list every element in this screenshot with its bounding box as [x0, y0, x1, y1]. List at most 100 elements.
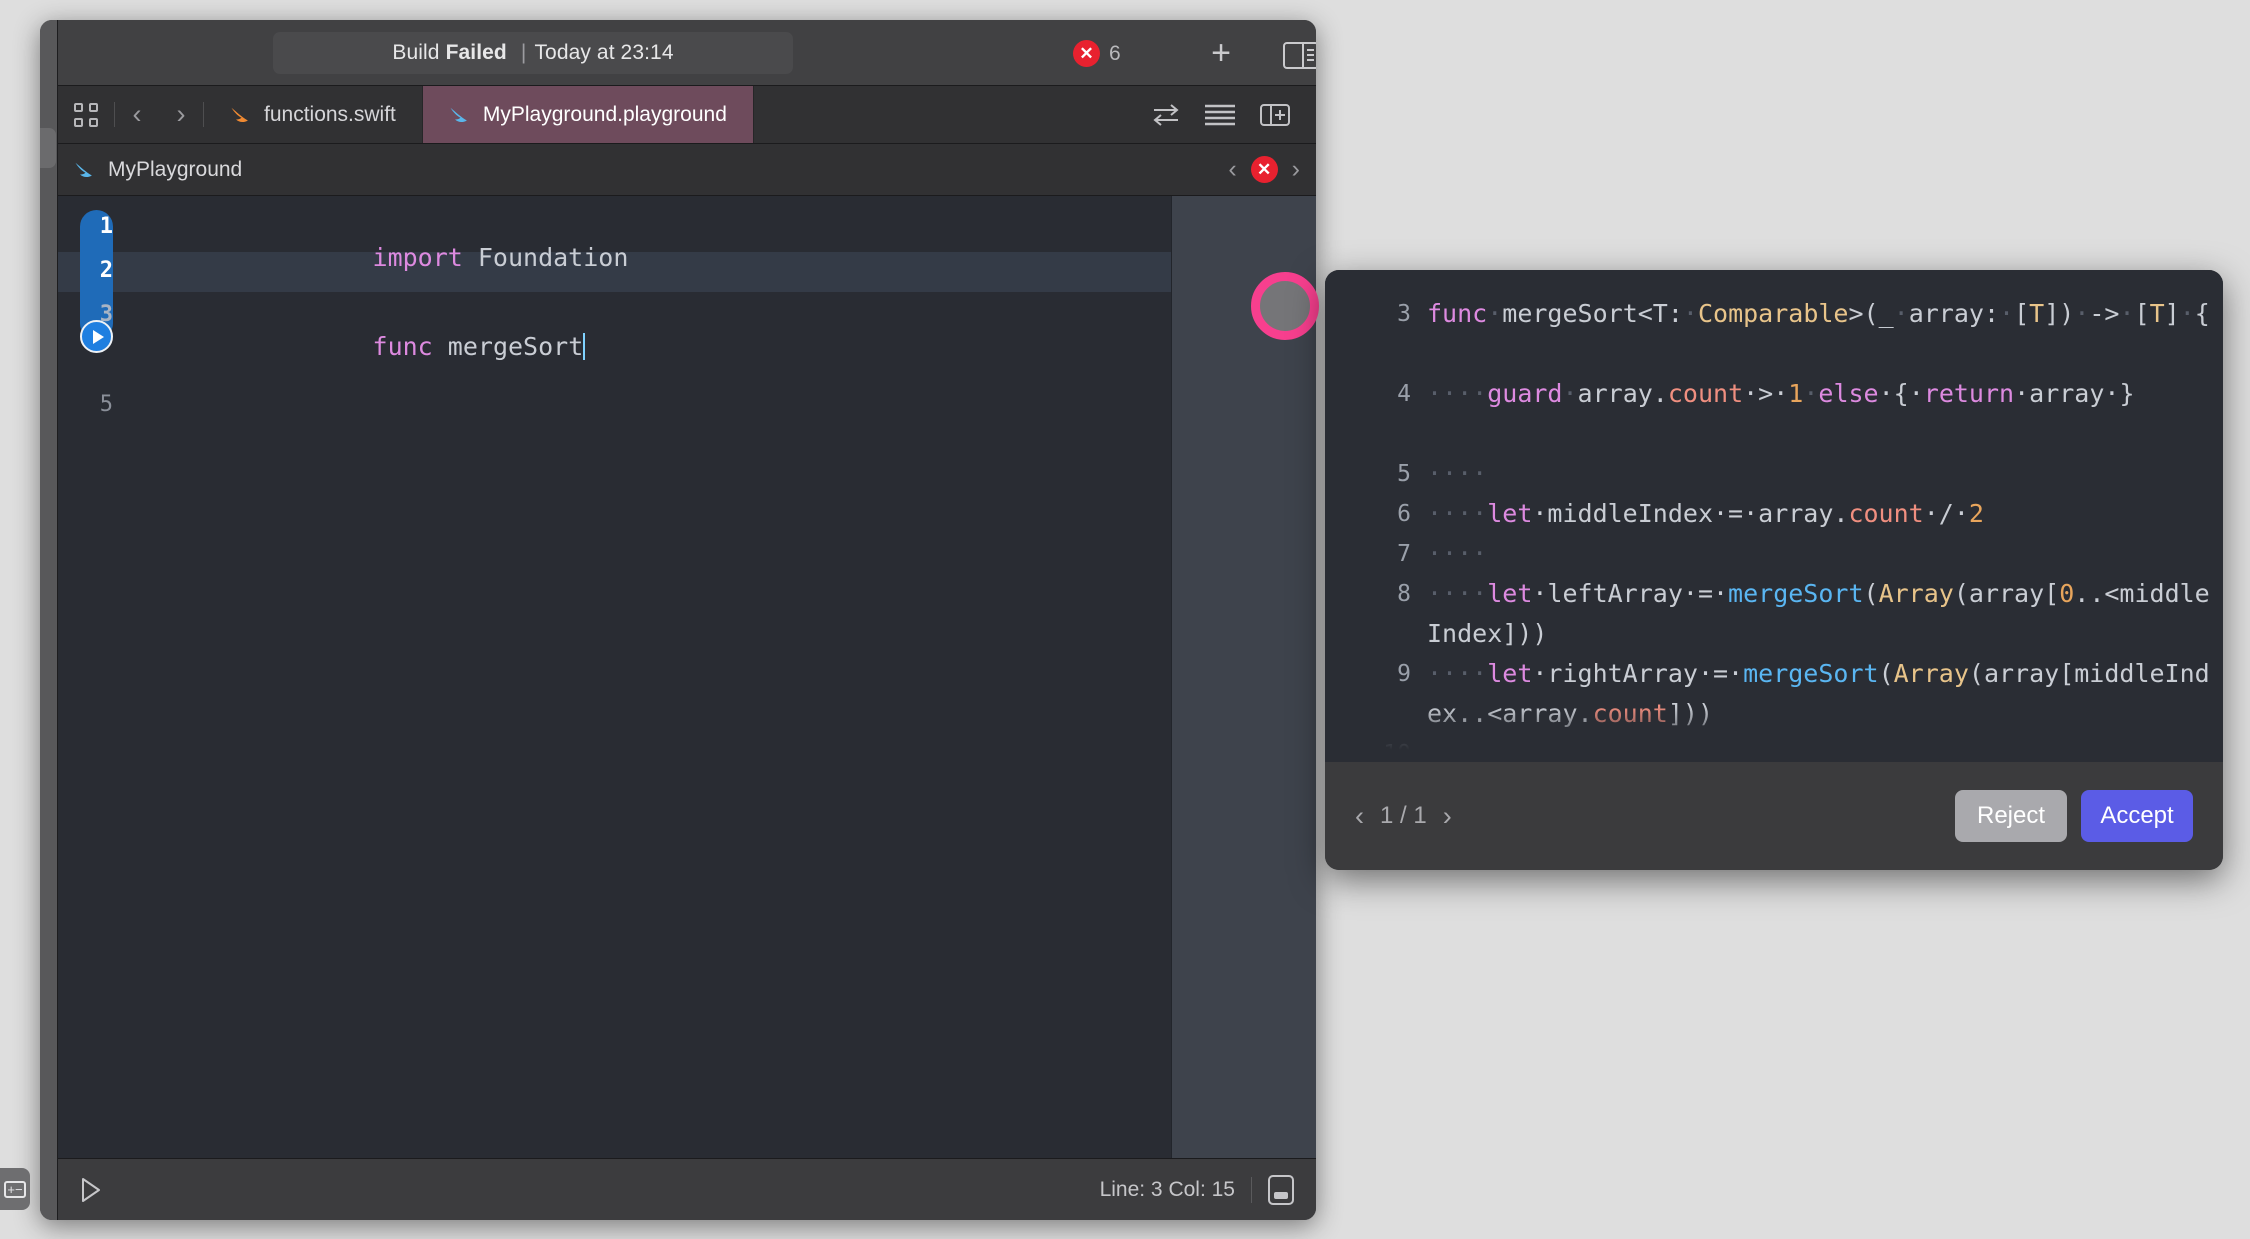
next-issue-button[interactable]: › [1292, 155, 1300, 184]
swap-arrows-icon [1153, 103, 1179, 126]
swift-playground-icon [450, 107, 467, 122]
play-outline-icon [82, 1177, 100, 1202]
error-badge[interactable]: ✕ 6 [1073, 40, 1121, 67]
playground-results-sidebar [1171, 196, 1316, 1158]
xcode-window: Build Failed | Today at 23:14 ✕ 6 + ‹ › [40, 20, 1316, 1220]
suggestion-token: ···· [1427, 579, 1488, 608]
navigator-tab-handle[interactable] [40, 128, 56, 168]
tab-functions-swift[interactable]: functions.swift [204, 86, 423, 143]
reject-button[interactable]: Reject [1955, 790, 2067, 842]
previous-suggestion-button[interactable]: ‹ [1355, 801, 1364, 832]
suggestion-line-number-5: 5 [1397, 461, 1411, 487]
suggestion-token: · [2119, 299, 2135, 328]
align-lines-icon [1205, 104, 1235, 125]
suggestion-code-line-8: ····let·leftArray·=·mergeSort(Array(arra… [1427, 574, 2213, 654]
tab-label: functions.swift [264, 102, 396, 126]
console-toggle-icon[interactable] [1268, 1174, 1294, 1205]
activity-viewer[interactable]: Build Failed | Today at 23:14 [273, 32, 793, 74]
code-suggestion-popup[interactable]: 3 func·mergeSort<T:·Comparable>(_·array:·… [1325, 270, 2223, 870]
back-button[interactable]: ‹ [115, 86, 159, 143]
suggestion-token: -> [2089, 299, 2120, 328]
line-number-gutter[interactable]: 1 2 3 5 [58, 196, 126, 1158]
navigator-strip[interactable] [40, 20, 58, 1220]
forward-button[interactable]: › [159, 86, 203, 143]
line-number-5: 5 [99, 392, 113, 417]
suggestion-token: ···· [1427, 499, 1488, 528]
suggestion-token: ·>· [1743, 379, 1789, 408]
suggestion-token: ···· [1427, 659, 1488, 688]
issue-navigation: ‹ ✕ › [1228, 155, 1300, 184]
suggestion-token: ·middleIndex·=·array. [1532, 499, 1849, 528]
suggestion-token: guard [1487, 379, 1563, 408]
build-prefix: Build [392, 41, 440, 64]
breadcrumb-label: MyPlayground [108, 157, 243, 181]
line-number-1: 1 [99, 214, 113, 239]
suggestion-token: array: [1908, 299, 2000, 328]
breadcrumb[interactable]: MyPlayground [74, 158, 242, 182]
suggestion-token: ·{· [1878, 379, 1924, 408]
add-editor-icon [1260, 103, 1290, 126]
add-button[interactable]: + [1206, 36, 1236, 70]
suggestion-token: 2 [1968, 499, 1984, 528]
suggestion-token: · [1487, 299, 1503, 328]
panel-resize-toggle[interactable]: +− [0, 1168, 30, 1210]
tab-myplayground-playground[interactable]: MyPlayground.playground [422, 86, 754, 143]
editor-options-button[interactable] [58, 86, 114, 143]
code-token-mergesort: mergeSort [432, 332, 584, 361]
suggestion-token: count [1848, 499, 1924, 528]
suggestion-footer: ‹ 1 / 1 › Reject Accept [1325, 762, 2223, 870]
toolbar: Build Failed | Today at 23:14 ✕ 6 + [58, 20, 1316, 86]
error-count: 6 [1109, 41, 1121, 65]
error-icon: ✕ [1073, 40, 1100, 67]
suggestion-token: (array[ [1953, 579, 2060, 608]
suggestion-token: · [2074, 299, 2090, 328]
suggestion-line-number-7: 7 [1397, 541, 1411, 567]
tab-bar-actions [1139, 86, 1316, 143]
swift-file-icon [231, 107, 248, 122]
divider [1251, 1176, 1252, 1203]
suggestion-token: ( [1878, 659, 1894, 688]
suggestion-token: { [2194, 299, 2210, 328]
suggestion-code-line-6: ····let·middleIndex·=·array.count·/·2 [1427, 494, 2213, 534]
suggestion-token: ( [1863, 579, 1879, 608]
next-suggestion-button[interactable]: › [1443, 801, 1452, 832]
run-playground-button[interactable] [80, 1177, 102, 1203]
suggestion-token: else [1818, 379, 1879, 408]
panel-resize-icon: +− [4, 1180, 26, 1198]
inspector-toggle-icon[interactable] [1283, 42, 1316, 69]
suggestion-token: · [1562, 379, 1578, 408]
suggestion-token: ···· [1427, 539, 1488, 568]
suggestion-token: 1 [1788, 379, 1804, 408]
suggestion-token: ·/· [1923, 499, 1969, 528]
suggestion-token: mergeSort [1743, 659, 1879, 688]
suggestion-pager: ‹ 1 / 1 › [1355, 801, 1452, 832]
code-text-area[interactable]: import Foundation func mergeSort [126, 196, 1171, 1158]
suggestion-token: · [1893, 299, 1909, 328]
accept-button[interactable]: Accept [2081, 790, 2193, 842]
mouse-cursor-ring [1251, 272, 1319, 340]
suggestion-token: return [1923, 379, 2015, 408]
run-playground-line-button[interactable] [80, 320, 113, 353]
suggestion-token: T [2029, 299, 2045, 328]
suggestion-token: func [1427, 299, 1488, 328]
status-bar: Line: 3 Col: 15 [58, 1158, 1316, 1220]
suggestion-token: ···· [1427, 379, 1488, 408]
suggestion-token: ]) [2044, 299, 2075, 328]
previous-issue-button[interactable]: ‹ [1228, 155, 1236, 184]
code-token-import: import [372, 243, 463, 272]
suggestion-token: mergeSort [1728, 579, 1864, 608]
suggestion-token: count [1667, 379, 1744, 408]
align-lines-button[interactable] [1193, 102, 1247, 128]
code-token-func: func [372, 332, 433, 361]
suggestion-token: Comparable [1697, 299, 1849, 328]
suggestion-token: · [1999, 299, 2015, 328]
suggestion-token: ·leftArray·=· [1532, 579, 1729, 608]
suggestion-token: >(_ [1848, 299, 1894, 328]
code-editor[interactable]: 1 2 3 5 import Foundation func mergeSort [58, 196, 1171, 1158]
swap-arrows-button[interactable] [1139, 102, 1193, 128]
suggestion-token: mergeSort<T: [1502, 299, 1683, 328]
issue-error-icon[interactable]: ✕ [1250, 156, 1278, 183]
add-editor-button[interactable] [1248, 102, 1302, 128]
suggestion-token: · [1682, 299, 1698, 328]
grid-icon [74, 102, 98, 127]
